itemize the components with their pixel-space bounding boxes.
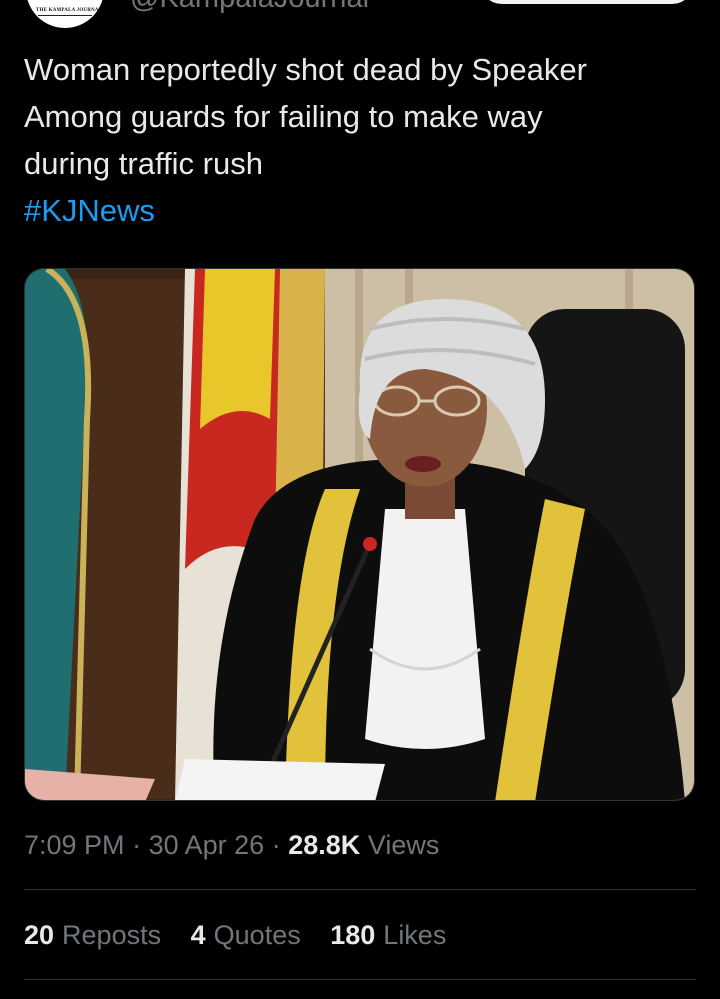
quotes-label: Quotes [213, 920, 301, 950]
views-count: 28.8K [288, 830, 361, 860]
divider [24, 889, 696, 890]
tweet-text-line-1: Woman reportedly shot dead by Speaker [24, 52, 587, 87]
author-avatar[interactable]: THE KAMPALA JOURNAL [26, 0, 104, 28]
author-handle[interactable]: @KampalaJournal [130, 0, 369, 15]
tweet-meta: 7:09 PM · 30 Apr 26 · 28.8K Views [24, 830, 439, 861]
likes-stat[interactable]: 180 Likes [330, 920, 446, 950]
meta-separator: · [271, 830, 281, 860]
reposts-label: Reposts [62, 920, 162, 950]
follow-button[interactable] [480, 0, 694, 4]
meta-separator: · [132, 830, 142, 860]
reposts-stat[interactable]: 20 Reposts [24, 920, 169, 950]
views-label: Views [367, 830, 440, 860]
tweet-text: Woman reportedly shot dead by Speaker Am… [24, 46, 704, 234]
quotes-stat[interactable]: 4 Quotes [191, 920, 309, 950]
hashtag-link[interactable]: #KJNews [24, 187, 704, 234]
tweet-text-line-3: during traffic rush [24, 146, 263, 181]
tweet-time[interactable]: 7:09 PM [24, 830, 125, 860]
reposts-count: 20 [24, 920, 55, 950]
likes-count: 180 [330, 920, 376, 950]
tweet-photo[interactable] [24, 268, 695, 801]
tweet-header: THE KAMPALA JOURNAL @KampalaJournal [0, 0, 720, 30]
speaker-photo [25, 269, 694, 800]
engagement-stats: 20 Reposts 4 Quotes 180 Likes [24, 920, 468, 951]
avatar-logo-text: THE KAMPALA JOURNAL [36, 8, 103, 13]
quotes-count: 4 [190, 920, 206, 950]
tweet-text-line-2: Among guards for failing to make way [24, 99, 543, 134]
divider [24, 979, 696, 980]
tweet-date[interactable]: 30 Apr 26 [149, 830, 265, 860]
avatar-rule [38, 15, 92, 16]
likes-label: Likes [383, 920, 447, 950]
